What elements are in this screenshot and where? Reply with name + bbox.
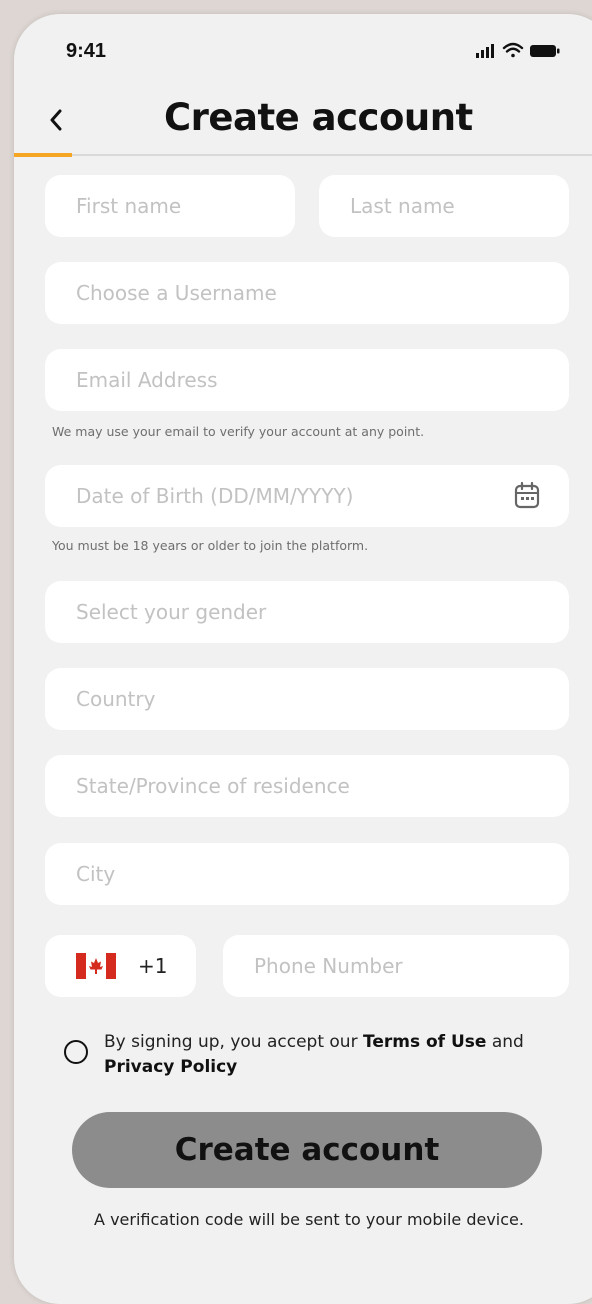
battery-icon xyxy=(530,45,560,57)
first-name-input[interactable] xyxy=(76,194,295,218)
terms-checkbox[interactable] xyxy=(64,1040,88,1064)
last-name-input[interactable] xyxy=(350,194,569,218)
state-field[interactable] xyxy=(45,755,569,817)
chevron-left-icon xyxy=(50,109,62,131)
wifi-icon xyxy=(502,42,524,58)
canada-flag-icon xyxy=(76,953,116,979)
gender-select[interactable] xyxy=(45,581,569,643)
country-code-selector[interactable]: +1 xyxy=(45,935,196,997)
last-name-field[interactable] xyxy=(319,175,569,237)
dob-field[interactable] xyxy=(45,465,569,527)
dob-input[interactable] xyxy=(76,484,569,508)
email-field[interactable] xyxy=(45,349,569,411)
status-time: 9:41 xyxy=(66,40,107,62)
phone-screen: 9:41 Create account First name Last name… xyxy=(14,14,592,1304)
privacy-policy-link[interactable]: Privacy Policy xyxy=(104,1057,237,1077)
city-field[interactable] xyxy=(45,843,569,905)
header-divider xyxy=(14,154,592,156)
username-field[interactable] xyxy=(45,262,569,324)
country-select[interactable] xyxy=(45,668,569,730)
verification-note: A verification code will be sent to your… xyxy=(94,1210,524,1229)
terms-prefix: By signing up, you accept our xyxy=(104,1032,363,1052)
signal-icon xyxy=(476,44,494,58)
dob-helper-text: You must be 18 years or older to join th… xyxy=(52,538,369,553)
progress-indicator xyxy=(14,153,72,157)
state-input[interactable] xyxy=(76,774,569,798)
phone-number-input[interactable] xyxy=(254,954,569,978)
phone-number-field[interactable] xyxy=(223,935,569,997)
gender-input[interactable] xyxy=(76,600,569,624)
terms-of-use-link[interactable]: Terms of Use xyxy=(363,1032,486,1052)
email-input[interactable] xyxy=(76,368,569,392)
country-code-label: +1 xyxy=(138,954,168,978)
country-input[interactable] xyxy=(76,687,569,711)
terms-and: and xyxy=(486,1032,524,1052)
first-name-field[interactable] xyxy=(45,175,295,237)
city-input[interactable] xyxy=(76,862,569,886)
calendar-icon[interactable] xyxy=(513,481,541,511)
page-title: Create account xyxy=(164,96,473,139)
terms-text: By signing up, you accept our Terms of U… xyxy=(104,1030,574,1080)
status-icons xyxy=(476,42,560,58)
email-helper-text: We may use your email to verify your acc… xyxy=(52,424,425,439)
back-button[interactable] xyxy=(42,102,70,138)
username-input[interactable] xyxy=(76,281,569,305)
create-account-button[interactable]: Create account xyxy=(72,1112,542,1188)
